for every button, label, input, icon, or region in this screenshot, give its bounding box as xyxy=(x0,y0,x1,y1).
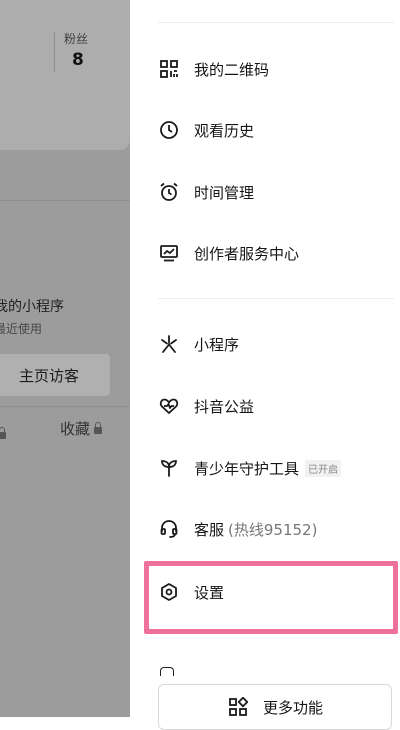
settings-highlight-box xyxy=(144,561,398,634)
headset-icon xyxy=(158,518,180,540)
menu-item-label: 抖音公益 xyxy=(194,397,255,416)
favorites-tab[interactable]: 收藏 xyxy=(60,418,103,439)
background-divider xyxy=(0,200,140,201)
more-features-label: 更多功能 xyxy=(262,698,323,717)
clock-icon xyxy=(158,119,180,141)
fans-label: 粉丝 xyxy=(64,32,89,46)
more-features-button[interactable]: 更多功能 xyxy=(158,684,392,730)
mini-program-icon xyxy=(158,333,180,355)
background-divider xyxy=(0,406,140,407)
menu-item-qr-code[interactable]: 我的二维码 xyxy=(158,49,394,89)
alarm-clock-icon xyxy=(158,181,180,203)
background-profile-page[interactable]: 粉丝 8 我的小程序 最近使用 主页访客 收藏 xyxy=(0,0,140,717)
menu-item-label: 我的二维码 xyxy=(194,60,270,79)
menu-item-watch-history[interactable]: 观看历史 xyxy=(158,110,394,150)
menu-divider xyxy=(158,298,394,299)
enabled-badge: 已开启 xyxy=(305,459,342,477)
partial-icon xyxy=(160,667,174,676)
creator-chart-icon xyxy=(158,242,180,264)
my-mini-programs-title: 我的小程序 xyxy=(0,299,64,315)
menu-item-creator-center[interactable]: 创作者服务中心 xyxy=(158,233,394,273)
menu-item-douyin-charity[interactable]: 抖音公益 xyxy=(158,386,394,426)
stats-divider xyxy=(54,32,55,72)
hotline-number: (热线95152) xyxy=(228,520,318,539)
qr-code-icon xyxy=(158,58,180,80)
menu-item-label: 小程序 xyxy=(194,335,240,354)
menu-item-label: 创作者服务中心 xyxy=(194,244,300,263)
menu-item-label: 时间管理 xyxy=(194,183,255,202)
profile-stats-card xyxy=(0,0,130,150)
heart-wave-icon xyxy=(158,395,180,417)
menu-item-label: 客服 xyxy=(194,520,225,539)
menu-item-label: 青少年守护工具 xyxy=(194,459,300,478)
menu-divider xyxy=(158,22,394,23)
lock-icon xyxy=(0,427,6,439)
menu-item-label: 观看历史 xyxy=(194,121,255,140)
menu-item-time-management[interactable]: 时间管理 xyxy=(158,172,394,212)
lock-icon xyxy=(94,422,103,434)
menu-item-customer-service[interactable]: 客服 (热线95152) xyxy=(158,509,394,549)
profile-visitors-button[interactable]: 主页访客 xyxy=(0,354,110,396)
sprout-icon xyxy=(158,457,180,479)
fans-count: 8 xyxy=(72,50,84,70)
recently-used-label: 最近使用 xyxy=(0,322,43,336)
menu-item-mini-programs[interactable]: 小程序 xyxy=(158,324,394,364)
favorites-label: 收藏 xyxy=(60,420,91,438)
grid-apps-icon xyxy=(227,696,249,718)
menu-item-youth-protection[interactable]: 青少年守护工具 已开启 xyxy=(158,448,394,488)
